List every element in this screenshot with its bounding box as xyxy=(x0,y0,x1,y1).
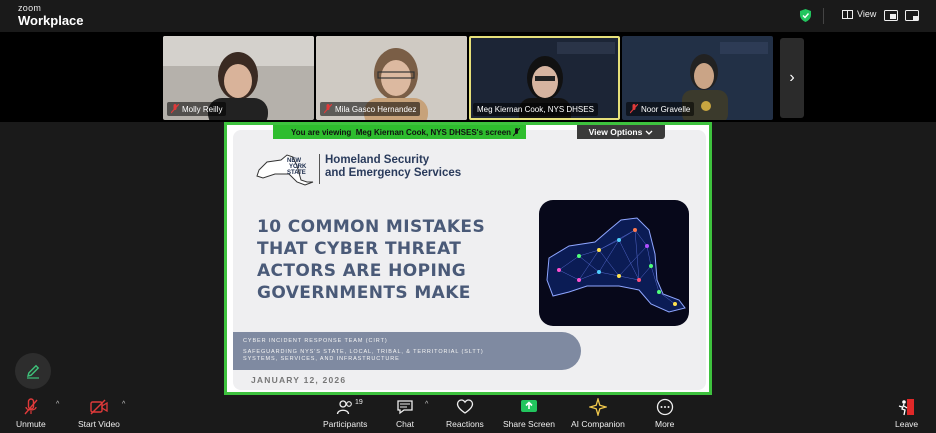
picture-in-picture-icon[interactable] xyxy=(884,10,898,21)
org-name: Homeland Security and Emergency Services xyxy=(325,154,461,180)
video-tile[interactable]: Molly Reilly xyxy=(163,36,314,120)
cirt-banner: CYBER INCIDENT RESPONSE TEAM (CIRT) SAFE… xyxy=(233,332,581,370)
view-options-label: View Options xyxy=(588,127,643,137)
slide-date: JANUARY 12, 2026 xyxy=(251,375,347,385)
share-screen-icon xyxy=(520,400,537,412)
leave-button[interactable]: Leave xyxy=(895,398,918,429)
title-line: 10 COMMON MISTAKES xyxy=(257,217,486,237)
zoom-workplace-logo: zoom Workplace xyxy=(18,3,84,28)
mic-muted-icon xyxy=(630,104,638,114)
video-off-icon xyxy=(90,399,108,415)
meeting-toolbar: Unmute ^ Start Video ^ Participants 19 C… xyxy=(0,395,936,433)
divider xyxy=(823,8,824,24)
leave-label: Leave xyxy=(895,419,919,429)
org-line-2: and Emergency Services xyxy=(325,167,462,179)
participant-name-tag: Meg Kiernan Cook, NYS DHSES xyxy=(473,103,598,116)
participant-name-tag: Mila Gasco Hernandez xyxy=(320,102,421,116)
next-page-button[interactable]: › xyxy=(780,38,804,118)
unmute-label: Unmute xyxy=(16,419,46,429)
brand-large: Workplace xyxy=(18,13,84,28)
nys-logo: NEW YORK STATE xyxy=(256,154,314,186)
org-line-1: Homeland Security xyxy=(325,154,430,166)
video-tile[interactable]: Mila Gasco Hernandez xyxy=(316,36,467,120)
chevron-right-icon: › xyxy=(789,69,795,86)
participants-label: Participants xyxy=(323,419,368,429)
mic-muted-icon xyxy=(171,104,179,114)
ny-network-map xyxy=(546,217,686,313)
top-bar: zoom Workplace View xyxy=(0,0,936,32)
chevron-down-icon xyxy=(645,130,653,135)
mic-muted-icon xyxy=(324,104,332,114)
ai-companion-label: AI Companion xyxy=(571,419,625,429)
title-line: ACTORS ARE HOPING xyxy=(257,261,467,281)
network-map-image xyxy=(539,200,689,326)
cirt-line-2: SAFEGUARDING NYS'S STATE, LOCAL, TRIBAL,… xyxy=(243,349,484,355)
share-screen-label: Share Screen xyxy=(503,419,555,429)
logo-line-3: STATE xyxy=(287,170,306,176)
view-options-button[interactable]: View Options xyxy=(577,125,665,139)
more-icon xyxy=(656,398,673,416)
cirt-line-1: CYBER INCIDENT RESPONSE TEAM (CIRT) xyxy=(243,338,388,344)
leave-icon xyxy=(898,399,914,416)
participants-count: 19 xyxy=(355,399,363,406)
presentation-slide: NEW YORK STATE Homeland Security and Eme… xyxy=(233,130,706,390)
viewing-banner: You are viewing Meg Kiernan Cook, NYS DH… xyxy=(273,125,527,139)
audio-options-caret[interactable]: ^ xyxy=(56,401,59,408)
participant-name-tag: Molly Reilly xyxy=(167,102,227,116)
heart-icon xyxy=(456,399,474,414)
reactions-label: Reactions xyxy=(446,419,484,429)
title-line: GOVERNMENTS MAKE xyxy=(257,283,471,303)
participant-name: Meg Kiernan Cook, NYS DHSES xyxy=(477,105,594,114)
participant-name: Molly Reilly xyxy=(182,104,223,114)
cirt-line-3: SYSTEMS, SERVICES, AND INFRASTRUCTURE xyxy=(243,356,400,362)
viewing-name: Meg Kiernan Cook, NYS DHSES's screen xyxy=(355,127,512,137)
slide-title: 10 COMMON MISTAKES THAT CYBER THREAT ACT… xyxy=(257,216,497,304)
shield-icon[interactable] xyxy=(800,9,811,22)
mic-muted-icon xyxy=(24,398,38,415)
video-tile-active-speaker[interactable]: Meg Kiernan Cook, NYS DHSES xyxy=(469,36,620,120)
minimize-window-icon[interactable] xyxy=(905,10,919,21)
viewing-prefix: You are viewing xyxy=(291,127,352,137)
share-mic-icon xyxy=(513,127,521,136)
reactions-button[interactable]: Reactions xyxy=(446,398,484,429)
chat-options-caret[interactable]: ^ xyxy=(425,401,428,408)
logo-divider xyxy=(319,154,320,184)
participant-name-tag: Noor Gravelle xyxy=(626,102,695,116)
sparkle-icon xyxy=(588,398,607,416)
share-screen-button[interactable]: Share Screen xyxy=(503,398,555,429)
unmute-button[interactable]: Unmute xyxy=(16,398,46,429)
shared-screen: NEW YORK STATE Homeland Security and Eme… xyxy=(224,122,712,395)
video-tile[interactable]: Noor Gravelle xyxy=(622,36,773,120)
start-video-label: Start Video xyxy=(78,419,120,429)
ai-companion-button[interactable]: AI Companion xyxy=(571,398,625,429)
title-line: THAT CYBER THREAT xyxy=(257,239,462,259)
participant-strip: Molly Reilly Mila Gasco Hernandez Meg Ki… xyxy=(0,32,936,122)
more-label: More xyxy=(655,419,675,429)
participant-name: Mila Gasco Hernandez xyxy=(335,104,417,114)
annotate-button[interactable] xyxy=(15,353,51,389)
pencil-icon xyxy=(27,364,40,379)
start-video-button[interactable]: Start Video xyxy=(78,398,120,429)
brand-small: zoom xyxy=(18,3,42,13)
chat-label: Chat xyxy=(396,419,414,429)
more-button[interactable]: More xyxy=(655,398,674,429)
view-label: View xyxy=(857,9,877,19)
chat-button[interactable]: Chat xyxy=(396,398,414,429)
view-button[interactable]: View xyxy=(842,9,876,19)
participants-icon xyxy=(337,400,353,415)
grid-icon xyxy=(842,9,853,19)
participant-name: Noor Gravelle xyxy=(641,104,691,114)
video-options-caret[interactable]: ^ xyxy=(122,401,125,408)
chat-icon xyxy=(397,400,413,415)
